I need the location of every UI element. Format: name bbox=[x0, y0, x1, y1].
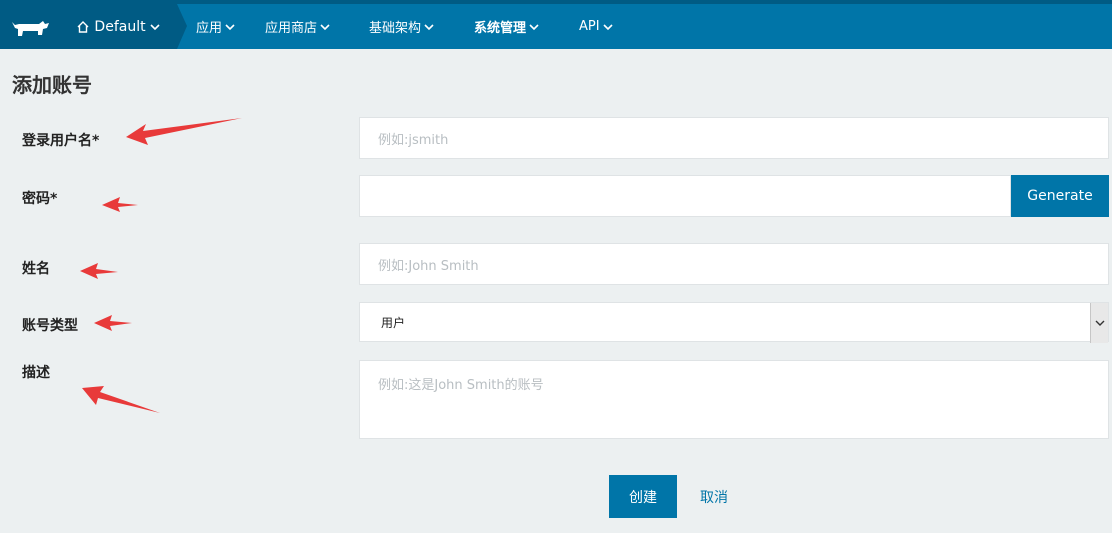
chevron-down-icon bbox=[529, 23, 539, 30]
environment-switcher[interactable]: Default bbox=[59, 4, 187, 49]
select-arrow-icon bbox=[1095, 320, 1104, 326]
logo[interactable] bbox=[0, 4, 59, 49]
annotation-arrow-name bbox=[80, 263, 118, 279]
chevron-down-icon bbox=[320, 23, 330, 30]
cancel-button[interactable]: 取消 bbox=[690, 475, 738, 518]
nav-item-catalog[interactable]: 应用商店 bbox=[265, 4, 330, 49]
password-input[interactable] bbox=[359, 175, 1011, 217]
description-textarea[interactable]: 例如:这是John Smith的账号 bbox=[359, 360, 1109, 439]
username-label: 登录用户名* bbox=[22, 133, 100, 149]
chevron-down-icon bbox=[424, 23, 434, 30]
username-input[interactable]: 例如:jsmith bbox=[359, 117, 1109, 159]
annotation-arrow-description bbox=[82, 386, 160, 413]
nav-item-infrastructure[interactable]: 基础架构 bbox=[369, 4, 434, 49]
name-placeholder: 例如:John Smith bbox=[378, 258, 479, 274]
environment-label: Default bbox=[94, 18, 146, 35]
name-input[interactable]: 例如:John Smith bbox=[359, 243, 1109, 285]
chevron-down-icon bbox=[225, 23, 235, 30]
annotation-arrow-account-type bbox=[94, 315, 132, 331]
password-label: 密码* bbox=[22, 191, 58, 207]
annotation-arrow-username bbox=[126, 118, 242, 145]
top-nav: Default 应用 应用商店 基础架构 系统管理 API bbox=[0, 0, 1112, 49]
account-type-select[interactable]: 用户 bbox=[359, 302, 1109, 343]
description-label: 描述 bbox=[22, 365, 50, 381]
username-placeholder: 例如:jsmith bbox=[378, 132, 449, 148]
nav-item-label: 基础架构 bbox=[369, 21, 422, 36]
create-button[interactable]: 创建 bbox=[609, 475, 677, 518]
nav-item-label: 系统管理 bbox=[474, 21, 527, 36]
nav-item-api[interactable]: API bbox=[579, 4, 613, 49]
description-placeholder: 例如:这是John Smith的账号 bbox=[378, 378, 544, 393]
page-title: 添加账号 bbox=[12, 73, 92, 97]
home-icon bbox=[77, 20, 89, 33]
account-type-value: 用户 bbox=[381, 315, 406, 330]
annotation-arrow-password bbox=[102, 197, 138, 212]
cow-logo-icon bbox=[11, 20, 49, 36]
chevron-down-icon bbox=[150, 23, 160, 30]
generate-button[interactable]: Generate bbox=[1011, 175, 1109, 217]
name-label: 姓名 bbox=[22, 261, 50, 277]
nav-item-label: 应用商店 bbox=[265, 21, 318, 36]
chevron-down-icon bbox=[603, 23, 613, 30]
nav-item-admin[interactable]: 系统管理 bbox=[474, 4, 539, 49]
nav-item-label: 应用 bbox=[196, 21, 223, 36]
nav-item-label: API bbox=[579, 19, 600, 34]
select-arrow[interactable] bbox=[1090, 303, 1108, 343]
account-type-label: 账号类型 bbox=[22, 318, 78, 334]
nav-item-apps[interactable]: 应用 bbox=[196, 4, 235, 49]
